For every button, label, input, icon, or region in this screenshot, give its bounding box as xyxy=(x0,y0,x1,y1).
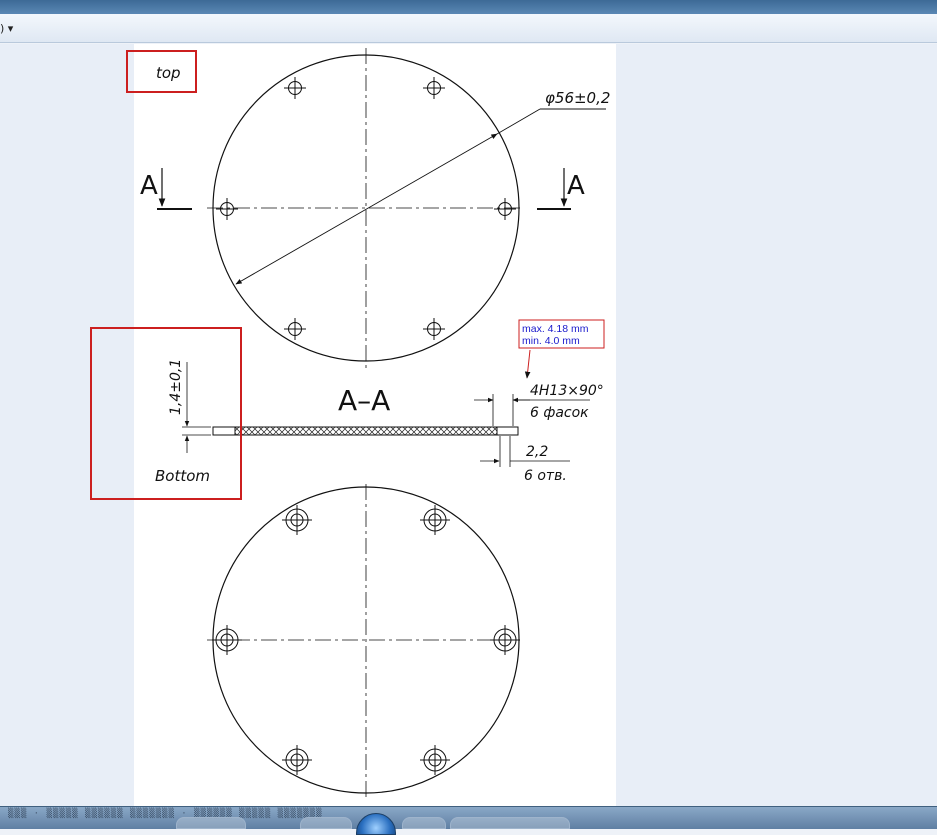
taskbar-button-2[interactable] xyxy=(300,817,352,829)
window-title-bar xyxy=(0,0,937,14)
taskbar-status-text: ▒▒▒ · ▒▒▒▒▒ ▒▒▒▒▒▒ ▒▒▒▒▒▒▒ · ▒▒▒▒▒▒ ▒▒▒▒… xyxy=(8,809,323,819)
taskbar-button-1[interactable] xyxy=(176,817,246,829)
taskbar-button-4[interactable] xyxy=(450,817,570,829)
taskbar: ▒▒▒ · ▒▒▒▒▒ ▒▒▒▒▒▒ ▒▒▒▒▒▒▒ · ▒▒▒▒▒▒ ▒▒▒▒… xyxy=(0,806,937,835)
view-dropdown-button[interactable]: ) ▾ xyxy=(0,20,24,36)
start-button[interactable] xyxy=(356,813,396,835)
drawing-sheet xyxy=(134,44,616,806)
viewer-toolbar: ) ▾ xyxy=(0,14,937,43)
view-dropdown-label: ) ▾ xyxy=(0,21,14,35)
taskbar-button-3[interactable] xyxy=(402,817,446,829)
